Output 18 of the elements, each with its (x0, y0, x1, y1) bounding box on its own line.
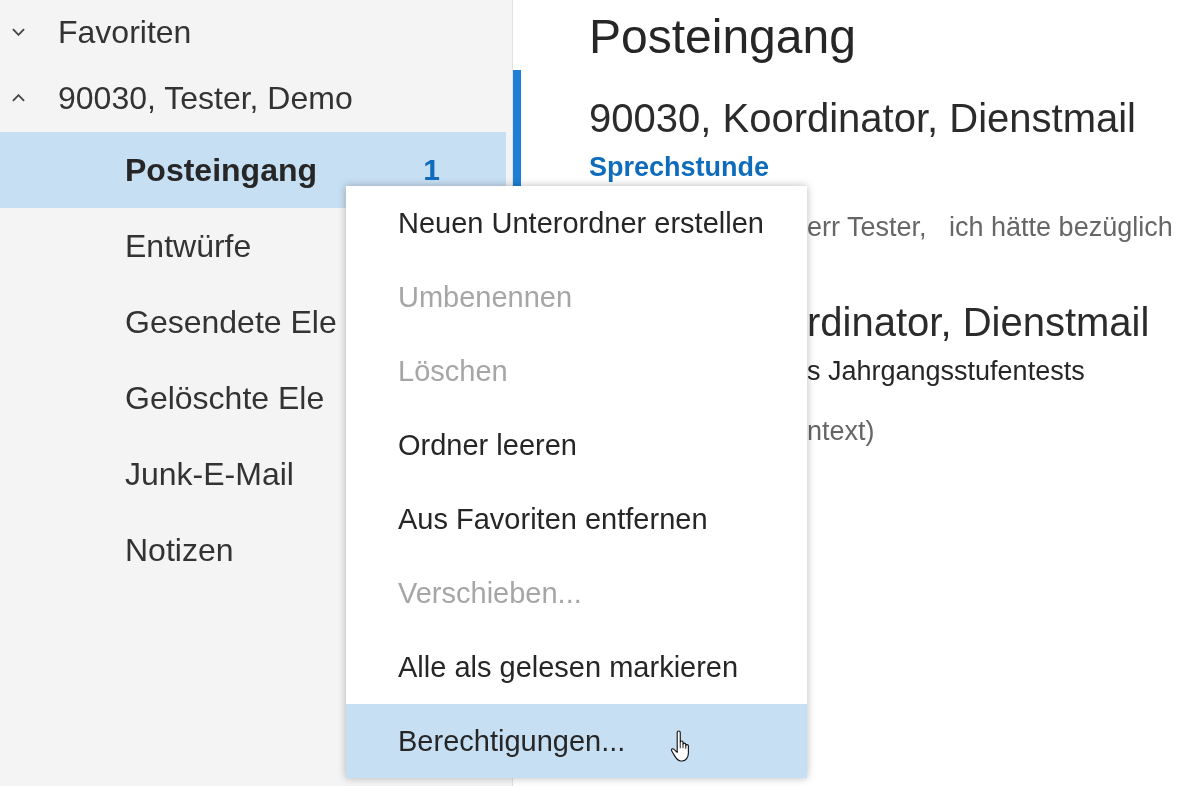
message-list-title: Posteingang (588, 9, 856, 65)
folder-item[interactable]: Posteingang 1 (0, 132, 506, 208)
sender-name: 90030, Koordinator, Dienstmail (589, 95, 1136, 142)
menu-item[interactable]: Alle als gelesen markieren (346, 630, 807, 704)
folder-group-header[interactable]: 90030, Tester, Demo (0, 64, 353, 132)
unread-count: 1 (423, 153, 440, 187)
message-subject: Sprechstunde (589, 151, 770, 184)
menu-item[interactable]: Aus Favoriten entfernen (346, 482, 807, 556)
chevron-down-icon[interactable] (12, 28, 25, 36)
message-preview: err Tester, ich hätte bezüglich (807, 211, 1173, 244)
message-preview: ntext) (807, 415, 875, 448)
message-subject: s Jahrgangsstufentests (807, 355, 1085, 388)
folder-group-header[interactable]: Favoriten (0, 0, 192, 64)
chevron-up-icon[interactable] (12, 94, 25, 102)
sender-name: rdinator, Dienstmail (807, 299, 1150, 346)
menu-item[interactable]: Ordner leeren (346, 408, 807, 482)
menu-item[interactable]: Berechtigungen... (346, 704, 807, 778)
hand-cursor-icon (670, 729, 690, 762)
